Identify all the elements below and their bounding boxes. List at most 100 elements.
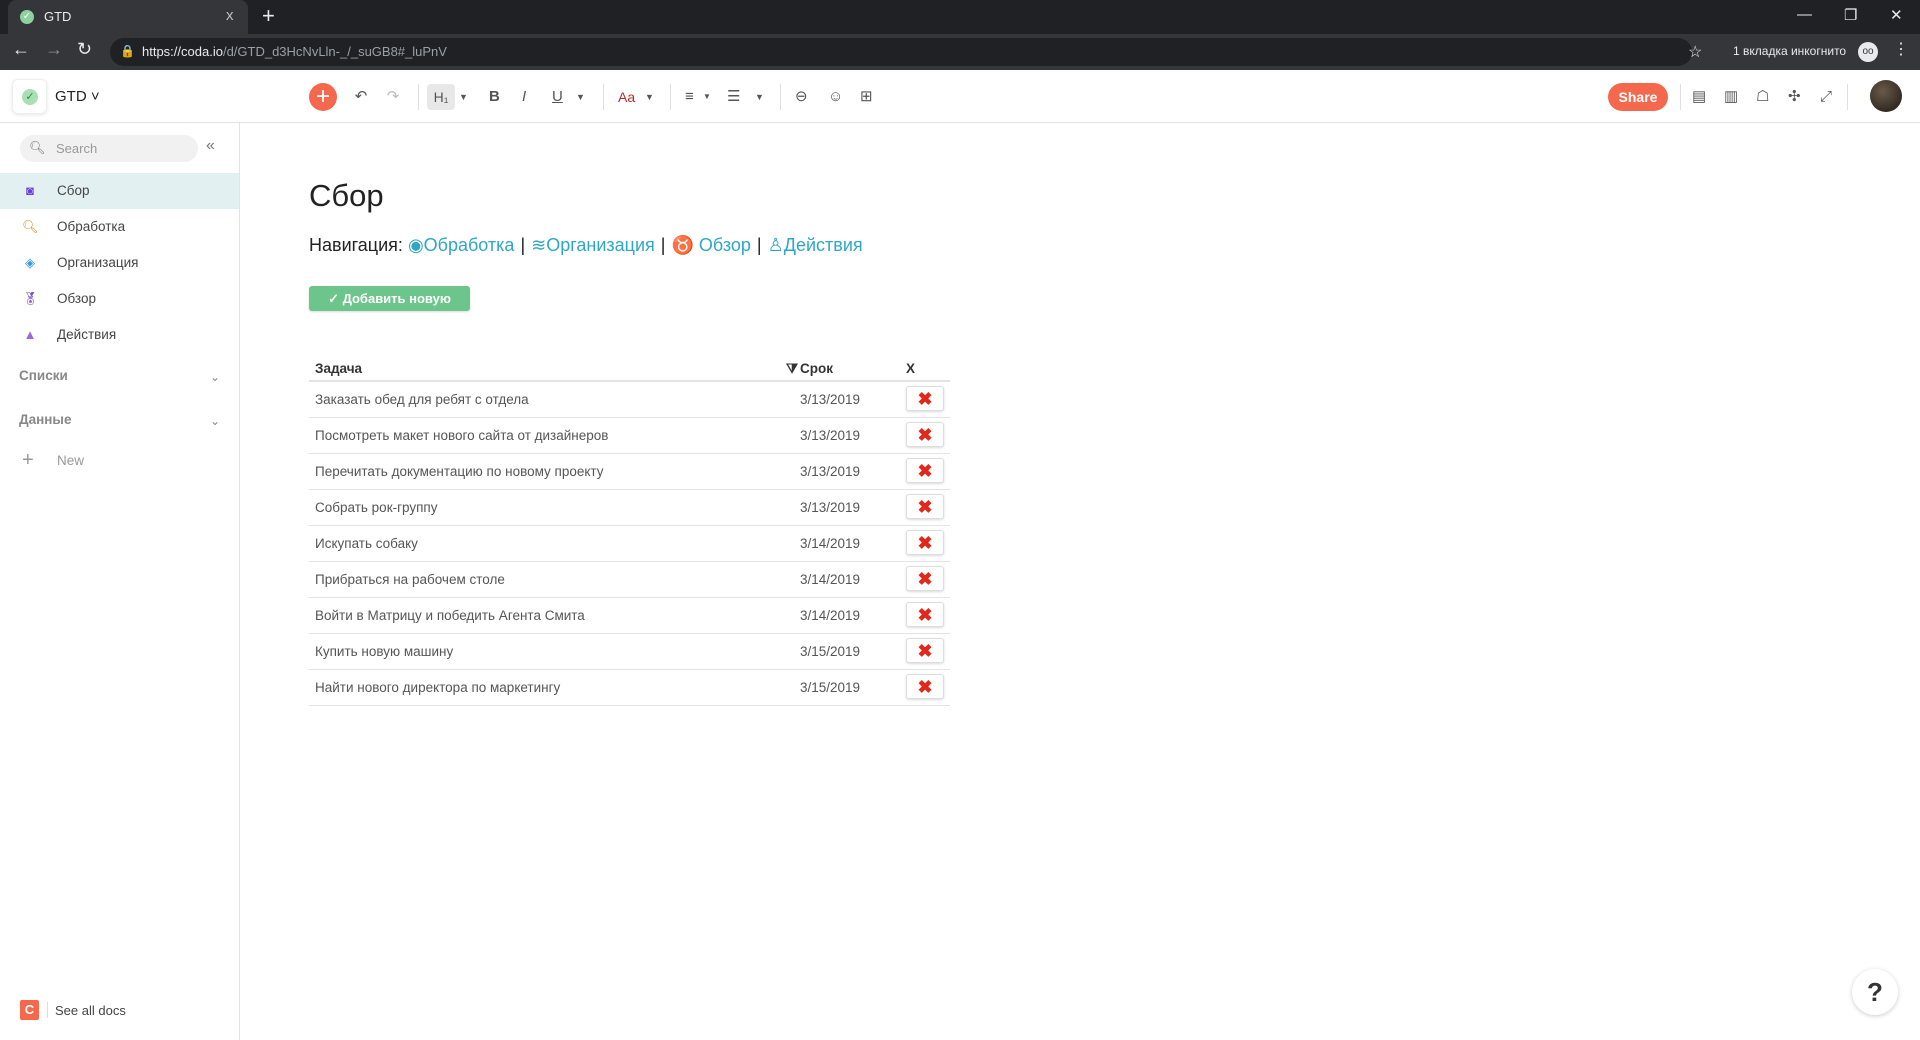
restore-icon[interactable]: ❐ — [1844, 6, 1857, 24]
caret-down-icon[interactable]: ▼ — [703, 86, 711, 108]
nav-link-organizatsiya[interactable]: ≋Организация — [531, 235, 655, 255]
sidebar-item-sbor[interactable]: ◙ Сбор — [0, 173, 239, 209]
redo-icon[interactable]: ↷ — [384, 86, 402, 108]
bold-button[interactable]: B — [489, 86, 500, 108]
task-cell[interactable]: Прибраться на рабочем столе — [315, 572, 505, 587]
due-date-cell[interactable]: 3/13/2019 — [800, 464, 860, 479]
map-icon[interactable]: ▥ — [1724, 86, 1738, 108]
caret-down-icon[interactable]: ▼ — [576, 86, 585, 108]
chevron-down-icon[interactable]: ⌄ — [210, 414, 220, 428]
navigation-line: Навигация: ◉Обработка | ≋Организация | ♉ Обз… — [309, 235, 863, 256]
sidebar-item-obrabotka[interactable]: 🔍︎ Обработка — [0, 209, 239, 245]
separator: | — [756, 235, 762, 255]
minimize-icon[interactable]: — — [1797, 6, 1812, 23]
doc-name-dropdown[interactable]: GTD ˅ — [55, 86, 100, 108]
text-color-button[interactable]: Aa — [618, 86, 635, 108]
add-task-button[interactable]: ✓ Добавить новую задачу — [309, 286, 470, 331]
delete-task-button[interactable]: ✖ — [906, 458, 944, 483]
task-cell[interactable]: Собрать рок-группу — [315, 500, 438, 515]
due-date-cell[interactable]: 3/13/2019 — [800, 500, 860, 515]
heading-button[interactable]: H₁ — [427, 84, 455, 110]
section-lists[interactable]: Списки — [19, 368, 68, 383]
task-cell[interactable]: Войти в Матрицу и победить Агента Смита — [315, 608, 585, 623]
nav-link-obzor[interactable]: ♉ Обзор — [671, 235, 750, 255]
help-button[interactable]: ? — [1852, 969, 1898, 1015]
caret-down-icon[interactable]: ▼ — [755, 86, 764, 108]
new-tab-button[interactable]: + — [262, 3, 275, 29]
caret-down-icon[interactable]: ▼ — [459, 86, 468, 108]
close-window-icon[interactable]: ✕ — [1890, 6, 1903, 24]
italic-button[interactable]: I — [522, 86, 526, 108]
bullet-list-icon[interactable]: ☰ — [727, 86, 740, 108]
section-data[interactable]: Данные — [19, 412, 71, 427]
align-icon[interactable]: ≡ — [685, 86, 694, 108]
delete-task-button[interactable]: ✖ — [906, 674, 944, 699]
filter-icon[interactable]: ⧩ — [786, 361, 798, 377]
sidebar-item-organizatsiya[interactable]: ◈ Организация — [0, 245, 239, 281]
due-date-cell[interactable]: 3/15/2019 — [800, 680, 860, 695]
puzzle-icon[interactable]: ✣ — [1788, 86, 1801, 108]
browser-menu-icon[interactable]: ⋮ — [1893, 39, 1909, 59]
table-row: Купить новую машину 3/15/2019 ✖ — [309, 634, 950, 670]
underline-button[interactable]: U — [552, 86, 563, 108]
due-date-cell[interactable]: 3/15/2019 — [800, 644, 860, 659]
chevron-down-icon[interactable]: ⌄ — [210, 370, 220, 384]
due-date-cell[interactable]: 3/14/2019 — [800, 536, 860, 551]
doc-logo[interactable]: ✓ — [12, 79, 47, 114]
task-cell[interactable]: Найти нового директора по маркетингу — [315, 680, 560, 695]
undo-icon[interactable]: ↶ — [352, 86, 370, 108]
forward-icon[interactable]: → — [45, 39, 63, 60]
share-button[interactable]: Share — [1608, 83, 1668, 111]
url-input[interactable]: 🔒 https://coda.io/d/GTD_d3HcNvLln-_/_suG… — [110, 38, 1702, 66]
delete-task-button[interactable]: ✖ — [906, 386, 944, 411]
task-cell[interactable]: Перечитать документацию по новому проект… — [315, 464, 604, 479]
task-cell[interactable]: Заказать обед для ребят с отдела — [315, 392, 529, 407]
task-cell[interactable]: Посмотреть макет нового сайта от дизайне… — [315, 428, 608, 443]
column-header-due[interactable]: Срок — [800, 361, 833, 376]
robot-icon[interactable]: ☖ — [1756, 86, 1769, 108]
add-comment-icon[interactable]: ⊞ — [860, 86, 873, 108]
due-date-cell[interactable]: 3/14/2019 — [800, 572, 860, 587]
task-cell[interactable]: Купить новую машину — [315, 644, 453, 659]
back-icon[interactable]: ← — [12, 39, 30, 60]
sidebar-item-deystviya[interactable]: ▲ Действия — [0, 317, 239, 353]
plus-icon[interactable]: + — [22, 449, 34, 472]
delete-task-button[interactable]: ✖ — [906, 422, 944, 447]
delete-task-button[interactable]: ✖ — [906, 602, 944, 627]
due-date-cell[interactable]: 3/13/2019 — [800, 392, 860, 407]
tab-close-button[interactable]: x — [226, 7, 234, 24]
due-date-cell[interactable]: 3/13/2019 — [800, 428, 860, 443]
browser-tab[interactable]: ✓ GTD x — [8, 0, 248, 34]
search-input[interactable]: 🔍︎ Search — [20, 135, 198, 162]
due-date-cell[interactable]: 3/14/2019 — [800, 608, 860, 623]
column-header-task[interactable]: Задача — [315, 361, 362, 376]
insert-plus-button[interactable]: + — [309, 83, 337, 111]
reload-icon[interactable]: ↻ — [77, 39, 92, 60]
nav-link-obrabotka[interactable]: ◉Обработка — [408, 235, 515, 255]
delete-task-button[interactable]: ✖ — [906, 494, 944, 519]
avatar[interactable] — [1870, 80, 1902, 112]
delete-task-button[interactable]: ✖ — [906, 530, 944, 555]
caret-down-icon[interactable]: ▼ — [645, 86, 654, 108]
fullscreen-icon[interactable]: ⤢ — [1820, 86, 1832, 108]
link-icon[interactable]: ⊖ — [795, 86, 808, 108]
comments-icon[interactable]: ▤ — [1692, 86, 1706, 108]
emoji-icon[interactable]: ☺ — [828, 86, 843, 108]
incognito-icon[interactable]: oo — [1858, 42, 1878, 62]
nav-link-deystviya[interactable]: ♙Действия — [768, 235, 863, 255]
table-row: Заказать обед для ребят с отдела 3/13/201… — [309, 382, 950, 418]
delete-task-button[interactable]: ✖ — [906, 566, 944, 591]
nav-link-label: Организация — [546, 235, 655, 255]
sidebar-item-label: Организация — [57, 255, 139, 270]
check-favicon-icon: ✓ — [20, 10, 34, 24]
collapse-sidebar-icon[interactable]: « — [206, 137, 215, 155]
delete-task-button[interactable]: ✖ — [906, 638, 944, 663]
table-row: Прибраться на рабочем столе 3/14/2019 ✖ — [309, 562, 950, 598]
incognito-label: 1 вкладка инкогнито — [1733, 44, 1847, 58]
task-cell[interactable]: Искупать собаку — [315, 536, 418, 551]
new-page-link[interactable]: New — [57, 453, 84, 468]
sidebar-item-label: Обзор — [57, 291, 96, 306]
bookmark-star-icon[interactable]: ☆ — [1688, 42, 1702, 62]
column-header-x[interactable]: X — [906, 361, 915, 376]
sidebar-item-obzor[interactable]: 🏅︎ Обзор — [0, 281, 239, 317]
